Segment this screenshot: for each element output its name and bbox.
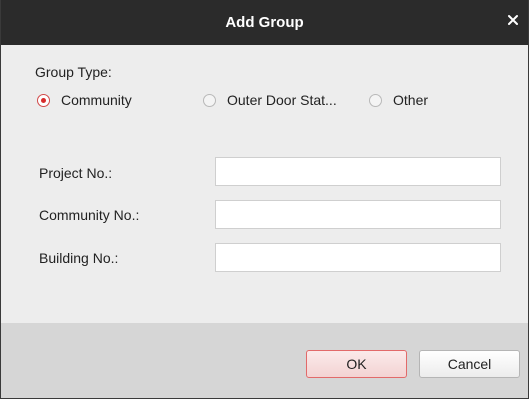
group-type-label: Group Type: — [35, 64, 112, 80]
title-bar: Add Group — [1, 0, 528, 45]
add-group-dialog: Add Group Group Type: Community Outer Do… — [0, 0, 529, 399]
close-icon[interactable] — [506, 13, 520, 27]
building-no-input[interactable] — [215, 243, 501, 272]
community-no-input[interactable] — [215, 200, 501, 229]
dialog-footer: OK Cancel — [1, 323, 528, 398]
radio-label-outer-door-station: Outer Door Stat... — [227, 92, 337, 108]
radio-outer-door-station[interactable]: Outer Door Stat... — [203, 91, 337, 109]
radio-button-checked[interactable] — [37, 93, 50, 107]
radio-other[interactable]: Other — [369, 91, 428, 109]
cancel-button[interactable]: Cancel — [419, 350, 520, 378]
ok-button[interactable]: OK — [306, 350, 407, 378]
project-no-input[interactable] — [215, 157, 501, 186]
community-no-label: Community No.: — [39, 207, 140, 223]
radio-button[interactable] — [203, 93, 216, 107]
building-no-label: Building No.: — [39, 250, 119, 266]
dialog-title: Add Group — [225, 14, 304, 31]
project-no-label: Project No.: — [39, 165, 113, 181]
radio-label-community: Community — [61, 92, 132, 108]
radio-label-other: Other — [393, 92, 429, 108]
radio-community[interactable]: Community — [37, 91, 132, 109]
radio-button[interactable] — [369, 93, 382, 107]
